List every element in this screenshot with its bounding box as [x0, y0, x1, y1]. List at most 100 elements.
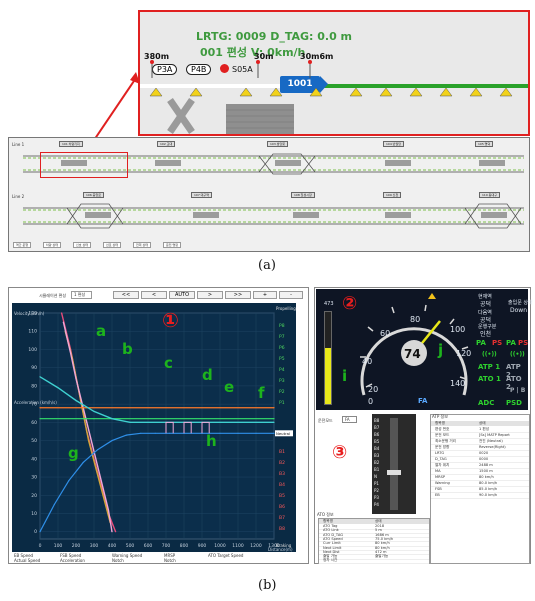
ato-info-title: ATO 정보: [317, 512, 334, 517]
zoom-out-button[interactable]: -: [279, 291, 303, 299]
operation-mode-label: FA: [418, 397, 428, 405]
row-value: 전진 (Neutral): [479, 439, 503, 443]
row-value: 2488 m: [479, 463, 493, 467]
table-row: 열차 위치 2488 m: [431, 463, 529, 469]
y-tick-label: 80: [31, 383, 37, 389]
atp-info-title: ATP 정보: [432, 414, 448, 419]
y-tick-label: 90: [31, 365, 37, 371]
indicator-pa: PA: [476, 339, 486, 347]
indicator-ato1: ATO 1: [478, 375, 501, 383]
row-value: 80.0 km/h: [479, 481, 498, 485]
x-tick-label: 700: [162, 543, 171, 549]
power-notch-label: P4: [279, 367, 285, 373]
data-point: [115, 531, 117, 533]
caption-b: (b): [258, 578, 277, 593]
drive-mode-select[interactable]: FA: [342, 416, 357, 423]
data-point: [111, 418, 113, 420]
data-point: [61, 312, 63, 314]
data-point: [111, 531, 113, 533]
overview-footer-button[interactable]: 신호 상태: [73, 242, 91, 248]
notch-label: B7: [374, 425, 380, 430]
x-tick-label: 500: [126, 543, 135, 549]
data-point: [75, 399, 77, 402]
forward-button[interactable]: >: [197, 291, 223, 299]
forward-fast-button[interactable]: >>: [225, 291, 251, 299]
overview-footer-button[interactable]: 역간 운행: [13, 242, 31, 248]
data-point: [80, 399, 82, 402]
atp-info-table: ATP 정보 항목명 상태 편성 번호 1 편성 운전 모드 [Ss] MATP Repo…: [430, 414, 530, 564]
row-key: EB: [435, 493, 440, 497]
auto-button[interactable]: AUTO: [169, 291, 195, 299]
rewind-button[interactable]: <: [141, 291, 167, 299]
data-point: [39, 407, 41, 409]
table-row: MA 1500 m: [431, 469, 529, 475]
speed-profile-chart: 0 100 200 300 400 500 600 700 800 900 1000 1100 1200…: [12, 303, 296, 552]
notch-lever-track: [390, 418, 398, 510]
x-tick-label: 1200: [250, 543, 262, 549]
table-header: 항목명 상태: [431, 421, 529, 426]
overview-footer-button[interactable]: 운전 명령: [163, 242, 181, 248]
data-point: [107, 509, 109, 511]
overview-footer-button[interactable]: 선로 상태: [103, 242, 121, 248]
overview-footer-button[interactable]: 차량 상태: [43, 242, 61, 248]
data-point: [154, 432, 156, 434]
table-row: 운전 모드 [Ss] MATP Report: [431, 433, 529, 439]
table-row: LRTG 0020: [431, 451, 529, 457]
table-row: MRSP 80 km/h: [431, 475, 529, 481]
x-tick-label: 0: [39, 543, 42, 549]
y-tick-label: 0: [34, 529, 37, 535]
speed-bar-top-label: 473: [324, 301, 334, 307]
x-tick-label: 800: [180, 543, 189, 549]
x-tick-label: 200: [72, 543, 81, 549]
plot-area: [39, 312, 275, 540]
overview-footer-button[interactable]: 전력 상태: [133, 242, 151, 248]
row-key: 열차 위치: [435, 463, 450, 467]
data-point: [125, 434, 127, 436]
speed-bar-fill: [325, 348, 331, 404]
callout-d: d: [202, 366, 213, 384]
cab-dashboard: 473 i 20 40 60 80 100 120 140 0 74 j FA …: [316, 289, 533, 410]
table-row: 편성 번호 1 편성: [431, 427, 529, 433]
data-point: [102, 487, 104, 489]
y-tick-label: 10: [31, 511, 37, 517]
data-point: [88, 439, 90, 442]
row-key: 운전 모드: [435, 433, 450, 437]
brake-notch-label: B6: [279, 504, 285, 510]
gauge-tick-label: 20: [368, 385, 379, 394]
y-tick-label: 30: [31, 475, 37, 481]
row-value: 1 편성: [479, 427, 490, 431]
y-tick-label: 20: [31, 493, 37, 499]
legend-item: ATO Target Speed: [208, 553, 244, 558]
column-header: 항목명: [435, 421, 445, 425]
row-key: 운전 방향: [435, 445, 450, 449]
y-tick-label: 40: [31, 456, 37, 462]
callout-h: h: [206, 432, 217, 450]
data-point: [255, 432, 257, 434]
y-axis-title: Velocity (km/h): [14, 311, 45, 316]
indicator-ps: PS: [492, 339, 503, 347]
propelling-label: Propelling: [276, 306, 296, 311]
y-tick-label: 100: [28, 347, 37, 353]
notch-label: B4: [374, 446, 380, 451]
x-tick-label: 1000: [214, 543, 226, 549]
brake-notch-label: B4: [279, 482, 285, 488]
zoom-in-button[interactable]: +: [253, 291, 277, 299]
indicator-ps: PS: [518, 339, 529, 347]
notch-label: P4: [374, 502, 379, 507]
row-value: 0020: [479, 451, 489, 455]
rewind-fast-button[interactable]: <<: [113, 291, 139, 299]
data-point: [93, 410, 95, 413]
notch-lever-handle[interactable]: [387, 470, 401, 475]
row-value: 85.0 km/h: [479, 487, 498, 491]
info-value: 공덕: [480, 301, 492, 308]
callout-f: f: [258, 384, 265, 402]
callout-c: c: [164, 354, 173, 372]
indicator-pb: P | B: [510, 387, 526, 394]
data-point: [273, 407, 275, 409]
notch-lever-panel: B8 B7 B6 B5 B4 B3 B2 B1 N P1 P2 P3 P4: [372, 414, 416, 514]
table-row: 운전 방향 Reverse(Right): [431, 445, 529, 451]
row-key: 정차 시간: [323, 558, 338, 563]
indicator-atp1: ATP 1: [478, 363, 501, 371]
train-select[interactable]: 1 편성: [71, 291, 93, 299]
gauge-tick-label: 140: [450, 379, 466, 388]
